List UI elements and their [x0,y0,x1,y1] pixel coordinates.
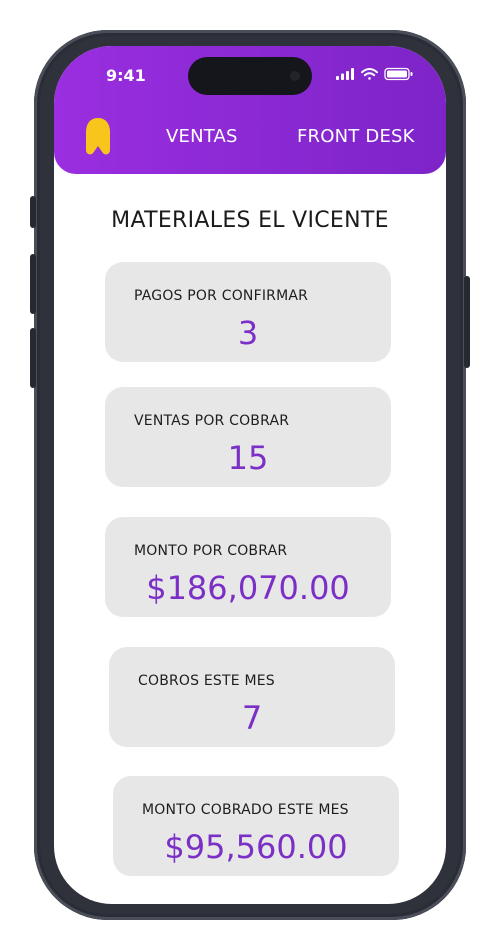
nav-tab-front-desk[interactable]: FRONT DESK [297,126,415,147]
battery-icon [384,67,413,81]
card-value: $95,560.00 [164,828,348,866]
company-title: MATERIALES EL VICENTE [111,208,389,233]
summary-card-ventas-por-cobrar[interactable]: VENTAS POR COBRAR 15 [105,387,391,487]
card-value: 7 [241,699,263,737]
phone-screen: 9:41 VENTAS FRONT DESK MATERIALES EL VIC… [54,46,446,904]
card-label: COBROS ESTE MES [138,673,275,689]
camera-icon [290,71,300,81]
card-label: MONTO POR COBRAR [134,543,288,559]
nav-tab-ventas[interactable]: VENTAS [166,126,238,147]
volume-up-button [30,254,36,314]
summary-card-monto-cobrado-este-mes[interactable]: MONTO COBRADO ESTE MES $95,560.00 [113,776,399,876]
card-label: MONTO COBRADO ESTE MES [142,802,349,818]
mute-switch [30,196,36,228]
volume-down-button [30,328,36,388]
app-header: 9:41 VENTAS FRONT DESK [54,46,446,174]
cellular-signal-icon [336,68,354,80]
power-button [464,276,470,368]
summary-card-pagos-por-confirmar[interactable]: PAGOS POR CONFIRMAR 3 [105,262,391,362]
app-logo-icon[interactable] [84,118,112,156]
summary-card-monto-por-cobrar[interactable]: MONTO POR COBRAR $186,070.00 [105,517,391,617]
wifi-icon [361,68,378,80]
card-value: $186,070.00 [146,569,350,607]
card-value: 15 [227,439,269,477]
card-value: 3 [237,314,259,352]
card-label: VENTAS POR COBRAR [134,413,290,429]
dynamic-island [188,57,312,95]
status-time: 9:41 [106,66,146,85]
summary-card-cobros-este-mes[interactable]: COBROS ESTE MES 7 [109,647,395,747]
card-label: PAGOS POR CONFIRMAR [134,288,309,304]
status-icons [336,67,413,81]
